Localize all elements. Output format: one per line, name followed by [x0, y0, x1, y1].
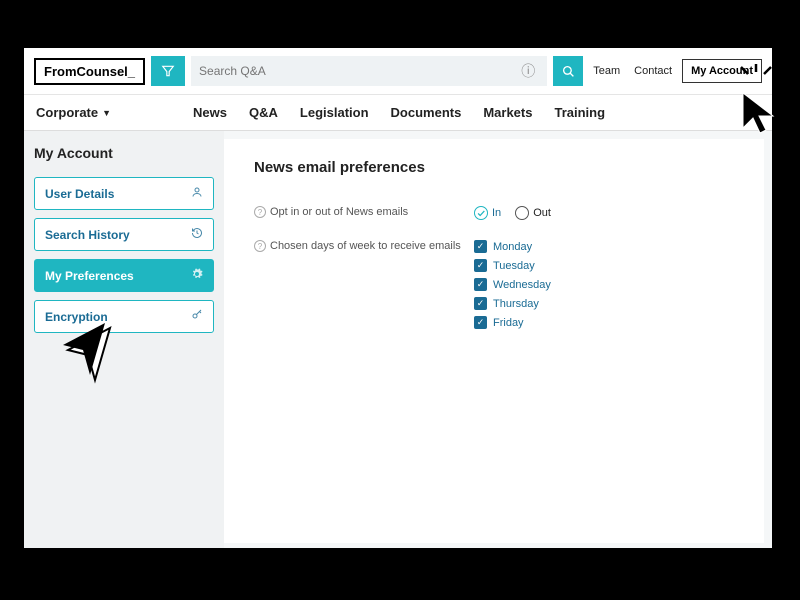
nav-qa[interactable]: Q&A — [249, 105, 278, 120]
sidebar: My Account User Details Search History M… — [24, 131, 224, 548]
opt-out-radio[interactable]: Out — [515, 206, 551, 220]
day-label: Thursday — [493, 298, 539, 310]
opt-in-radio[interactable]: In — [474, 206, 501, 220]
sidebar-item-label: User Details — [45, 187, 114, 201]
sidebar-item-search-history[interactable]: Search History — [34, 218, 214, 251]
day-checkbox-monday[interactable]: ✓ Monday — [474, 240, 734, 253]
day-label: Friday — [493, 317, 524, 329]
nav-training[interactable]: Training — [554, 105, 605, 120]
nav-bar: Corporate ▼ News Q&A Legislation Documen… — [24, 95, 772, 131]
info-icon[interactable]: ⓘ — [517, 61, 539, 81]
checkbox-checked-icon: ✓ — [474, 278, 487, 291]
sidebar-item-label: My Preferences — [45, 269, 134, 283]
key-icon — [191, 309, 203, 324]
search-input[interactable] — [199, 64, 517, 78]
search-container: ⓘ — [191, 56, 547, 86]
nav-documents[interactable]: Documents — [391, 105, 462, 120]
checkbox-checked-icon: ✓ — [474, 316, 487, 329]
nav-corporate-label: Corporate — [36, 105, 98, 120]
top-bar: FromCounsel_ ⓘ Team Contact My Account — [24, 48, 772, 95]
nav-corporate-dropdown[interactable]: Corporate ▼ — [36, 105, 111, 120]
page-title: News email preferences — [254, 159, 734, 176]
logo-part1: From — [44, 64, 77, 79]
checkbox-checked-icon: ✓ — [474, 297, 487, 310]
chevron-down-icon: ▼ — [102, 108, 111, 118]
logo[interactable]: FromCounsel_ — [34, 58, 145, 85]
radio-checked-icon — [474, 206, 488, 220]
sidebar-item-encryption[interactable]: Encryption — [34, 300, 214, 333]
radio-unchecked-icon — [515, 206, 529, 220]
sidebar-item-label: Search History — [45, 228, 130, 242]
opt-in-row: ? Opt in or out of News emails In Out — [254, 196, 734, 230]
help-icon[interactable]: ? — [254, 206, 266, 218]
contact-link[interactable]: Contact — [630, 65, 676, 77]
sidebar-title: My Account — [34, 145, 214, 161]
filter-button[interactable] — [151, 56, 185, 86]
help-icon[interactable]: ? — [254, 240, 266, 252]
sidebar-item-user-details[interactable]: User Details — [34, 177, 214, 210]
opt-out-label: Out — [533, 207, 551, 219]
gear-icon — [191, 268, 203, 283]
day-label: Tuesday — [493, 260, 535, 272]
search-icon — [562, 65, 575, 78]
history-icon — [191, 227, 203, 242]
sidebar-item-label: Encryption — [45, 310, 108, 324]
day-checkbox-friday[interactable]: ✓ Friday — [474, 316, 734, 329]
day-checkbox-thursday[interactable]: ✓ Thursday — [474, 297, 734, 310]
checkbox-checked-icon: ✓ — [474, 259, 487, 272]
filter-icon — [161, 64, 175, 78]
main-panel: News email preferences ? Opt in or out o… — [224, 139, 764, 543]
my-account-button[interactable]: My Account — [682, 59, 762, 83]
sidebar-item-my-preferences[interactable]: My Preferences — [34, 259, 214, 292]
opt-label: Opt in or out of News emails — [270, 206, 408, 218]
day-checkbox-tuesday[interactable]: ✓ Tuesday — [474, 259, 734, 272]
nav-markets[interactable]: Markets — [483, 105, 532, 120]
search-button[interactable] — [553, 56, 583, 86]
team-link[interactable]: Team — [589, 65, 624, 77]
opt-in-label: In — [492, 207, 501, 219]
days-label: Chosen days of week to receive emails — [270, 240, 461, 252]
checkbox-checked-icon: ✓ — [474, 240, 487, 253]
day-label: Wednesday — [493, 279, 551, 291]
person-icon — [191, 186, 203, 201]
day-label: Monday — [493, 241, 532, 253]
days-row: ? Chosen days of week to receive emails … — [254, 230, 734, 339]
nav-legislation[interactable]: Legislation — [300, 105, 369, 120]
day-checkbox-wednesday[interactable]: ✓ Wednesday — [474, 278, 734, 291]
nav-news[interactable]: News — [193, 105, 227, 120]
logo-part2: Counsel_ — [77, 64, 136, 79]
